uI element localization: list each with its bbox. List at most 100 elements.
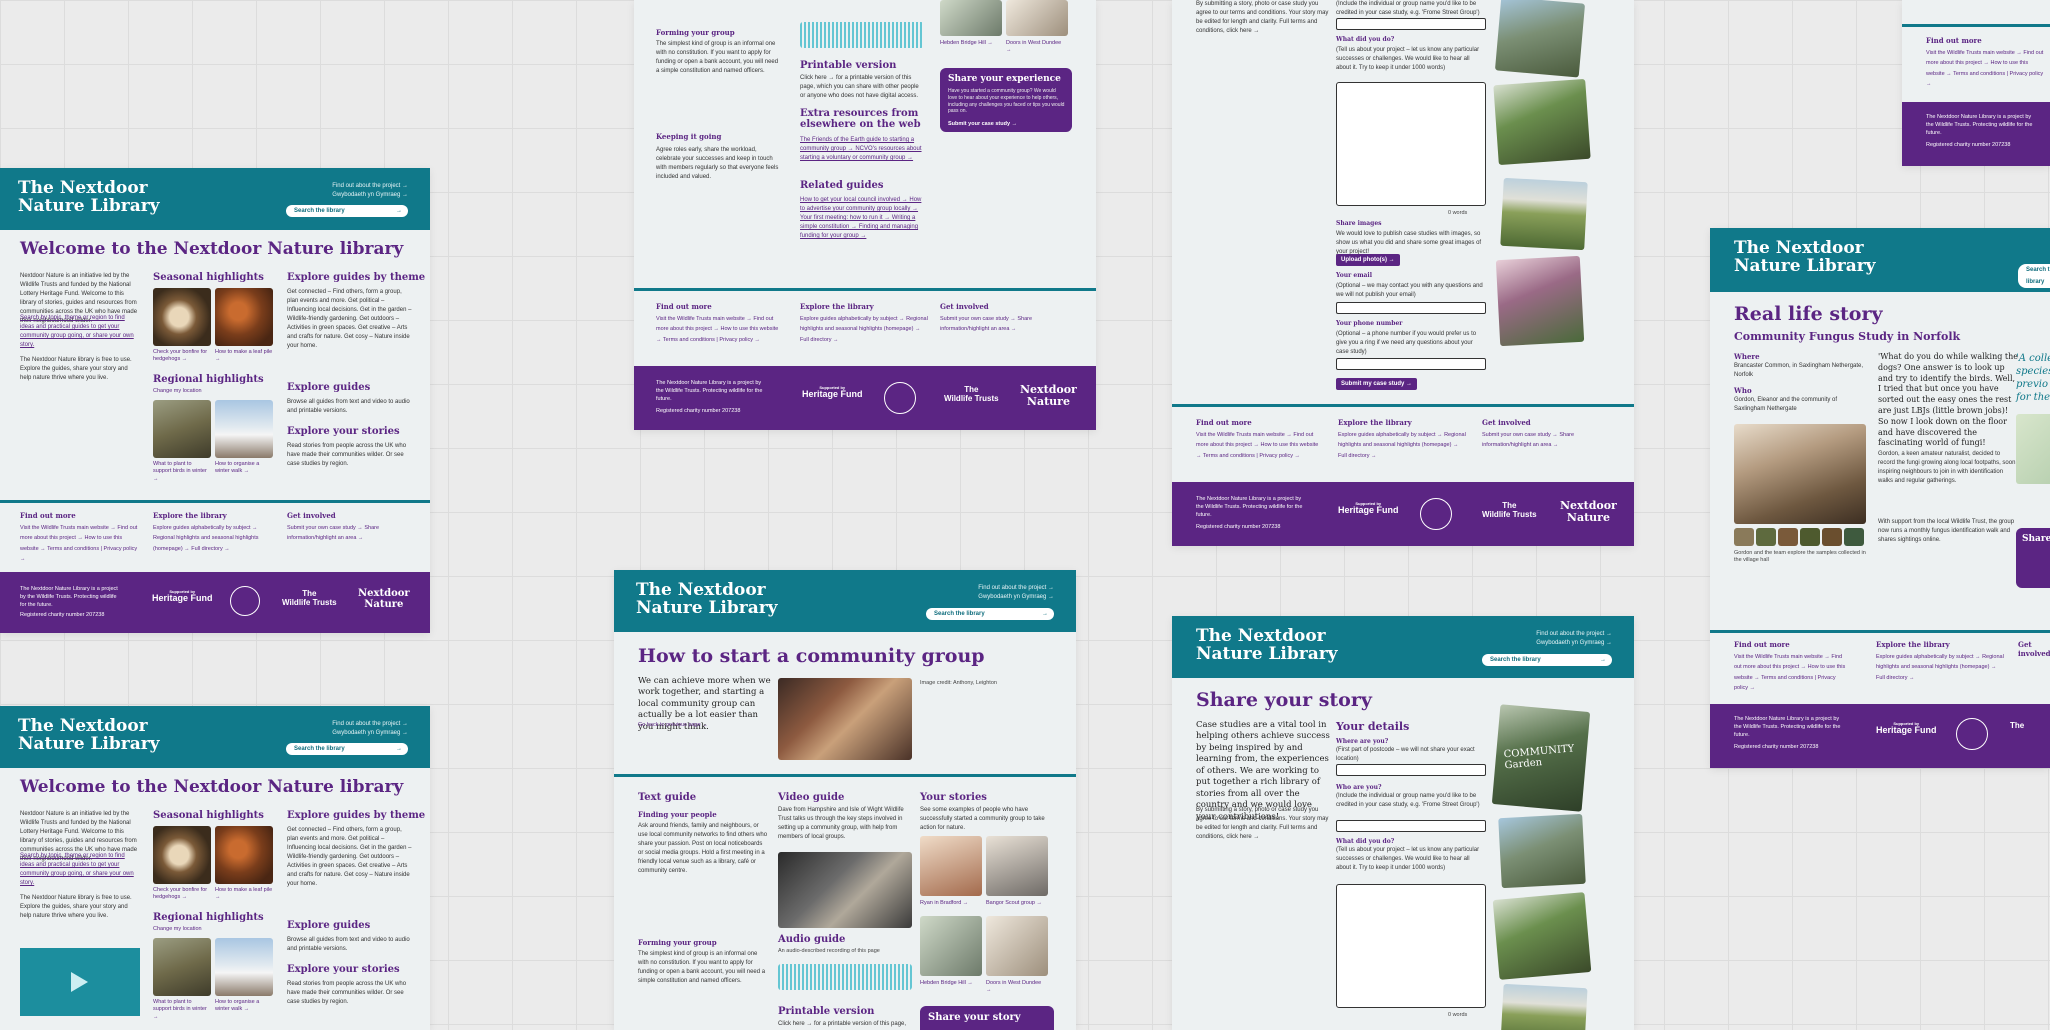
group-photo [778, 678, 912, 760]
story-caption-2[interactable]: Bangor Scout group → [986, 900, 1048, 907]
thumb-3[interactable] [1778, 528, 1798, 546]
printable-text[interactable]: Click here → for a printable version of … [778, 1020, 912, 1030]
printable-text[interactable]: Click here → for a printable version of … [800, 74, 925, 101]
where-label: Where are you? [1336, 738, 1389, 745]
audio-waveform[interactable] [800, 22, 924, 48]
search-button[interactable]: Search the library → [286, 205, 408, 217]
phone-input[interactable] [1336, 358, 1486, 370]
welsh-link[interactable]: Gwybodaeth yn Gymraeg → [1536, 639, 1612, 648]
footer-col3-links[interactable]: Submit your own case study → Share infor… [287, 523, 412, 544]
leaves-photo[interactable] [215, 288, 273, 346]
story-photo-1[interactable] [920, 836, 982, 896]
story-caption-4[interactable]: Doors in West Dundee → [986, 980, 1048, 995]
footer-col1-links[interactable]: Visit the Wildlife Trusts main website →… [20, 523, 140, 565]
site-logo[interactable]: The Nextdoor Nature Library [1734, 239, 1876, 276]
submit-button[interactable]: Submit my case study → [1336, 378, 1418, 390]
extra-links[interactable]: The Friends of the Earth guide to starti… [800, 136, 925, 163]
project-link[interactable]: Find out about the project → [1536, 630, 1612, 639]
welsh-link[interactable]: Gwybodaeth yn Gymraeg → [332, 191, 408, 200]
change-location-link[interactable]: Change my location [153, 388, 202, 395]
thumb-2[interactable] [1756, 528, 1776, 546]
intro-text-2[interactable]: Search by topic, theme or region to find… [20, 314, 140, 350]
story-photo-4[interactable] [1006, 0, 1068, 36]
thumb-4[interactable] [1800, 528, 1820, 546]
footer-col3-links[interactable]: Submit your own case study → Share infor… [940, 314, 1080, 335]
site-logo[interactable]: The Nextdoor Nature Library [18, 717, 160, 754]
story-caption-3[interactable]: Hebden Bridge Hill → [940, 40, 1002, 47]
story-caption-4[interactable]: Doors in West Dundee → [1006, 40, 1068, 55]
intro-text-2[interactable]: Search by topic, theme or region to find… [20, 852, 140, 888]
plant-photo[interactable] [153, 938, 211, 996]
change-location-link[interactable]: Change my location [153, 926, 202, 933]
thumb-6[interactable] [1844, 528, 1864, 546]
search-button[interactable]: Search the library → [1482, 654, 1612, 666]
plant-photo[interactable] [153, 400, 211, 458]
search-button[interactable]: Search the library [2018, 264, 2050, 288]
project-link[interactable]: Find out about the project → [978, 584, 1054, 593]
site-logo[interactable]: The Nextdoor Nature Library [636, 581, 778, 618]
project-link[interactable]: Find out about the project → [332, 720, 408, 729]
story-caption-3[interactable]: Hebden Bridge Hill → [920, 980, 982, 987]
what-textarea[interactable] [1336, 82, 1486, 206]
site-logo[interactable]: The Nextdoor Nature Library [1196, 627, 1338, 664]
footer-col2-links[interactable]: Explore guides alphabetically by subject… [800, 314, 928, 345]
welsh-link[interactable]: Gwybodaeth yn Gymraeg → [332, 729, 408, 738]
what-textarea[interactable] [1336, 884, 1486, 1008]
caption-leaves[interactable]: How to make a leaf pile → [215, 349, 273, 364]
footer-col1-links[interactable]: Visit the Wildlife Trusts main website →… [656, 314, 784, 345]
footer-col2-links[interactable]: Explore guides alphabetically by subject… [153, 523, 278, 554]
caption-leaves[interactable]: How to make a leaf pile → [215, 887, 273, 902]
who-input[interactable] [1336, 18, 1486, 30]
related-links[interactable]: How to get your local council involved →… [800, 196, 925, 241]
story-photo-2[interactable] [986, 836, 1048, 896]
back-link[interactable]: Go back to previous page → [638, 722, 708, 729]
hedgehog-photo[interactable] [153, 288, 211, 346]
footer-col2-links[interactable]: Explore guides alphabetically by subject… [1876, 652, 2004, 683]
story-caption-1[interactable]: Ryan in Bradford → [920, 900, 982, 907]
themes-heading: Explore guides by theme [287, 272, 426, 283]
leaves-photo[interactable] [215, 826, 273, 884]
video-thumbnail[interactable] [778, 852, 912, 928]
footer-col1-links[interactable]: Visit the Wildlife Trusts main website →… [1196, 430, 1324, 461]
share-story-box[interactable]: Share your story [920, 1006, 1054, 1030]
site-logo[interactable]: The Nextdoor Nature Library [18, 179, 160, 216]
footer-col2-links[interactable]: Explore guides alphabetically by subject… [1338, 430, 1466, 461]
themes-list[interactable]: Get connected – Find others, form a grou… [287, 288, 412, 351]
share-experience-box[interactable]: Share your experience Have you started a… [940, 68, 1072, 132]
caption-snow[interactable]: How to organise a winter walk → [215, 999, 273, 1014]
footer-col3-links[interactable]: Submit your own case study → Share infor… [1482, 430, 1622, 451]
story-photo-3[interactable] [920, 916, 982, 976]
thumb-5[interactable] [1822, 528, 1842, 546]
snow-photo[interactable] [215, 938, 273, 996]
search-button[interactable]: Search the library → [926, 608, 1054, 620]
where-input[interactable] [1336, 764, 1486, 776]
themes-list[interactable]: Get connected – Find others, form a grou… [287, 826, 412, 889]
arrow-icon: → [1042, 611, 1048, 617]
play-icon[interactable] [71, 972, 88, 992]
project-link[interactable]: Find out about the project → [332, 182, 408, 191]
story-photo-4[interactable] [986, 916, 1048, 976]
search-button[interactable]: Search the library → [286, 743, 408, 755]
printable-heading: Printable version [778, 1006, 875, 1017]
hedgehog-photo[interactable] [153, 826, 211, 884]
share-experience-link[interactable]: Submit your case study → [948, 120, 1017, 128]
caption-hedgehog[interactable]: Check your bonfire for hedgehogs → [153, 349, 211, 364]
caption-plant[interactable]: What to plant to support birds in winter… [153, 999, 211, 1021]
share-box[interactable]: Share [2016, 528, 2050, 588]
caption-hedgehog[interactable]: Check your bonfire for hedgehogs → [153, 887, 211, 902]
footer-divider [0, 500, 430, 503]
audio-waveform[interactable] [778, 964, 912, 990]
map-thumbnail[interactable] [2016, 414, 2050, 484]
footer-col1-links[interactable]: Visit the Wildlife Trusts main website →… [1926, 48, 2044, 90]
upload-button[interactable]: Upload photo(s) → [1336, 254, 1400, 266]
caption-snow[interactable]: How to organise a winter walk → [215, 461, 273, 476]
email-input[interactable] [1336, 302, 1486, 314]
story-photo-3[interactable] [940, 0, 1002, 36]
who-input[interactable] [1336, 820, 1486, 832]
welsh-link[interactable]: Gwybodaeth yn Gymraeg → [978, 593, 1054, 602]
caption-plant[interactable]: What to plant to support birds in winter… [153, 461, 211, 483]
video-thumbnail[interactable] [20, 948, 140, 1016]
snow-photo[interactable] [215, 400, 273, 458]
footer-col1-links[interactable]: Visit the Wildlife Trusts main website →… [1734, 652, 1846, 694]
thumb-1[interactable] [1734, 528, 1754, 546]
